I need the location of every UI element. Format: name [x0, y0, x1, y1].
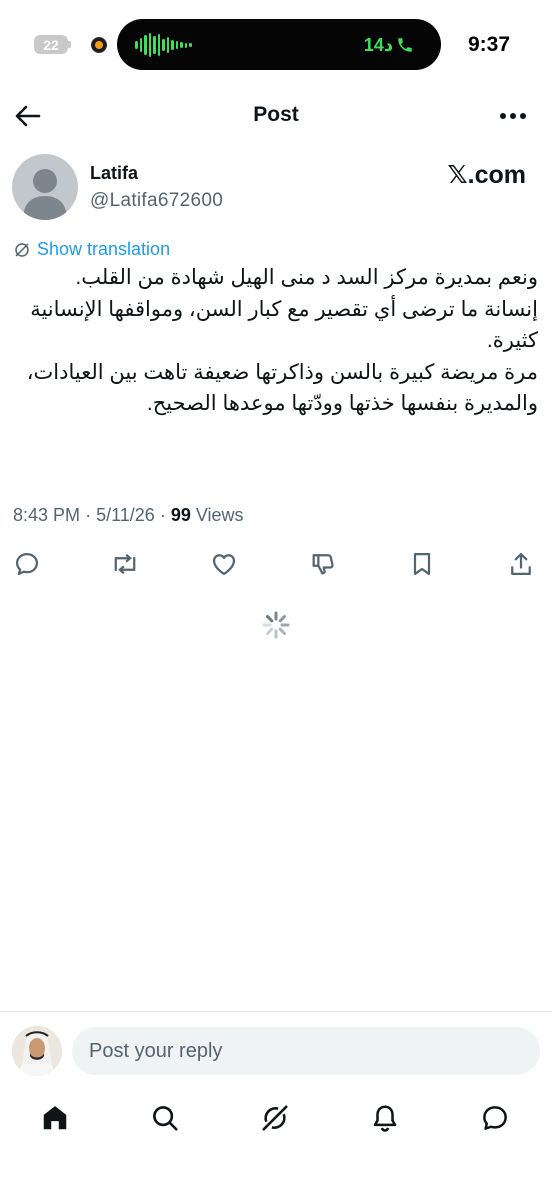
page-title: Post: [253, 103, 299, 126]
show-translation-link[interactable]: Show translation: [13, 239, 170, 260]
tab-search[interactable]: [143, 1096, 187, 1140]
author-handle[interactable]: @Latifa672600: [90, 190, 223, 212]
show-translation-label: Show translation: [37, 239, 171, 259]
tab-grok[interactable]: [253, 1096, 297, 1140]
like-button[interactable]: [207, 547, 241, 581]
reply-divider: [0, 1011, 552, 1012]
status-time: 9:37: [468, 33, 511, 56]
tab-home[interactable]: [33, 1096, 77, 1140]
meta-separator: ·: [85, 505, 97, 525]
post-text: ونعم بمديرة مركز السد د منى الهيل شهادة …: [26, 266, 538, 415]
notifications-icon: [373, 1105, 397, 1132]
meta-separator: ·: [159, 505, 171, 525]
views-count: 99: [170, 505, 191, 525]
call-indicator[interactable]: 14د: [351, 30, 427, 60]
call-duration: 14د: [363, 34, 394, 55]
post-time[interactable]: 8:43 PM: [13, 505, 80, 525]
views-label: Views: [195, 505, 244, 525]
status-bar: 22 14د 9:37: [0, 0, 552, 90]
header: Post: [0, 96, 552, 136]
phone-icon: [398, 38, 412, 52]
more-options-button[interactable]: [496, 100, 530, 132]
share-button[interactable]: [504, 547, 538, 581]
grok-icon: [262, 1105, 288, 1131]
battery-tip: [68, 41, 71, 48]
post-date[interactable]: 5/11/26: [96, 505, 155, 525]
tab-notifications[interactable]: [363, 1096, 407, 1140]
battery-indicator: 22: [34, 35, 68, 54]
post-meta: 8:43 PM · 5/11/26 · 99 Views: [13, 505, 244, 526]
tab-messages[interactable]: [473, 1096, 517, 1140]
bottom-tab-bar: [0, 1096, 552, 1146]
repost-button[interactable]: [108, 547, 142, 581]
x-brand-label: 𝕏.com: [447, 161, 527, 189]
share-icon: [511, 552, 531, 576]
author-avatar[interactable]: [12, 154, 78, 220]
user-avatar[interactable]: [12, 1026, 62, 1076]
dynamic-island[interactable]: 14د: [117, 19, 441, 70]
bookmark-icon: [413, 552, 431, 576]
more-dots-icon: [500, 113, 526, 119]
translate-icon: [15, 242, 29, 257]
reply-button[interactable]: [10, 547, 44, 581]
audio-waveform-icon: [135, 33, 192, 57]
battery-level: 22: [43, 36, 59, 53]
dislike-button[interactable]: [306, 547, 340, 581]
reply-icon: [15, 552, 39, 576]
reply-placeholder: Post your reply: [89, 1039, 223, 1062]
privacy-indicator-icon: [92, 38, 106, 52]
messages-icon: [483, 1106, 507, 1130]
bookmark-button[interactable]: [405, 547, 439, 581]
post-actions: [0, 547, 552, 583]
loading-spinner-icon: [262, 611, 290, 639]
reply-input[interactable]: Post your reply: [72, 1027, 540, 1075]
search-icon: [153, 1106, 178, 1131]
default-avatar-icon: [23, 169, 67, 220]
author-name[interactable]: Latifa: [90, 163, 138, 184]
like-icon: [212, 554, 236, 576]
home-icon: [43, 1106, 67, 1130]
repost-icon: [114, 553, 136, 575]
dislike-icon: [312, 554, 334, 575]
user-avatar-image: [12, 1026, 62, 1076]
